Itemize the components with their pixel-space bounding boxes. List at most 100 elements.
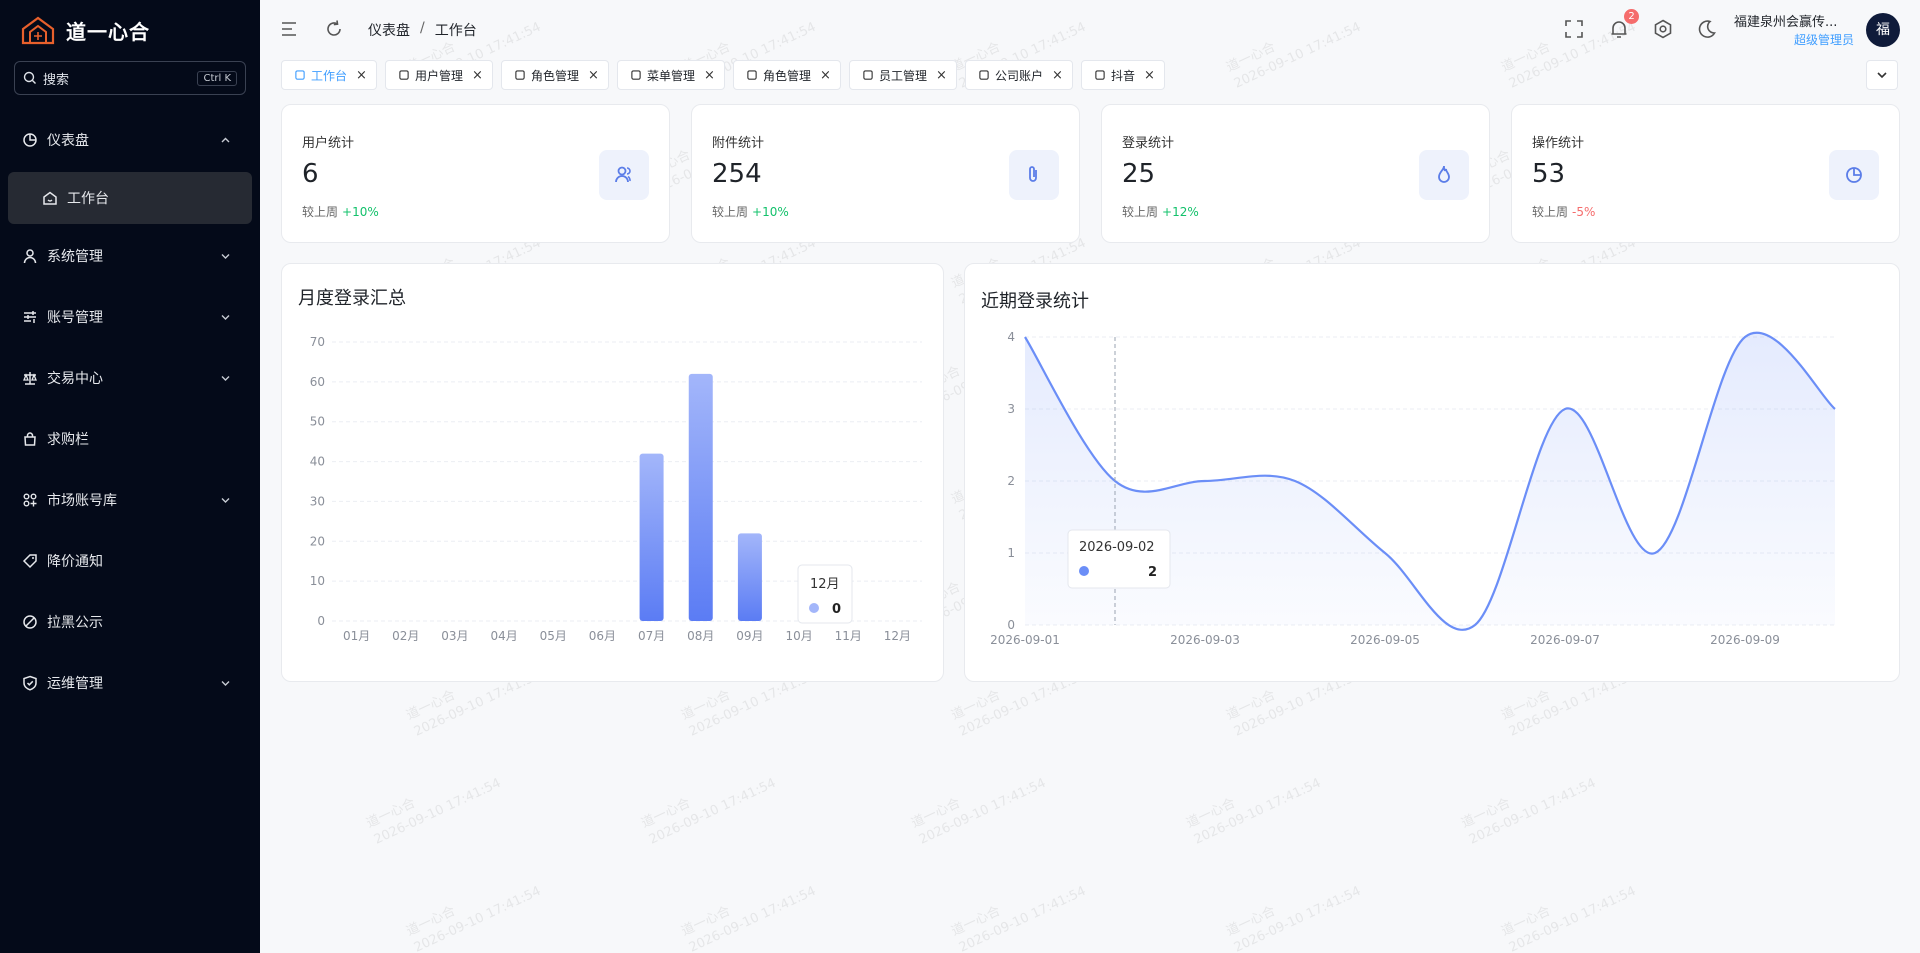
close-icon[interactable]: × (588, 68, 599, 83)
close-icon[interactable]: × (820, 68, 831, 83)
close-icon[interactable]: × (704, 68, 715, 83)
stat-card: 操作统计 53 较上周 -5% (1511, 104, 1900, 243)
y-tick-label: 20 (310, 534, 325, 548)
tooltip-marker (1079, 566, 1089, 576)
tab-4[interactable]: 角色管理 × (733, 60, 841, 90)
tab-7[interactable]: 抖音 × (1081, 60, 1165, 90)
tab-label: 公司账户 (995, 68, 1044, 83)
chevron-down-icon (221, 253, 230, 259)
x-tick-label: 03月 (441, 629, 468, 643)
stat-title: 操作统计 (1532, 136, 1585, 151)
tab-6[interactable]: 公司账户 × (965, 60, 1073, 90)
sidebar-item-4[interactable]: 交易中心 (8, 352, 252, 404)
sidebar-item-label: 求购栏 (47, 432, 89, 448)
x-tick-label: 05月 (540, 629, 567, 643)
tab-2[interactable]: 角色管理 × (501, 60, 609, 90)
close-icon[interactable]: × (1144, 68, 1155, 83)
sidebar-item-7[interactable]: 降价通知 (8, 535, 252, 587)
y-tick-label: 1 (1007, 546, 1015, 560)
tab-1[interactable]: 用户管理 × (385, 60, 493, 90)
chevron-down-icon (1877, 72, 1887, 79)
sidebar-item-6[interactable]: 市场账号库 (8, 474, 252, 526)
close-icon[interactable]: × (356, 68, 367, 83)
y-tick-label: 0 (317, 614, 325, 628)
sidebar-item-label: 系统管理 (47, 249, 103, 265)
bar[interactable] (639, 453, 664, 621)
user-name[interactable]: 福建泉州会赢传... (1734, 11, 1837, 30)
tab-label: 用户管理 (415, 68, 464, 83)
x-tick-label: 2026-09-09 (1710, 633, 1780, 647)
sidebar-search[interactable]: 搜索 Ctrl K (14, 61, 246, 95)
dashboard-icon (23, 133, 37, 147)
x-tick-label: 10月 (785, 629, 812, 643)
tab-0[interactable]: 工作台 × (281, 60, 377, 90)
stat-title: 用户统计 (302, 136, 355, 151)
watermark: 道一心合 2026-09-10 17:41:54 (679, 883, 819, 953)
sidebar-item-1[interactable]: 工作台 (8, 172, 252, 224)
watermark: 道一心合 2026-09-10 17:41:54 (404, 883, 544, 953)
x-tick-label: 09月 (736, 629, 763, 643)
tooltip-value: 2 (1148, 565, 1157, 580)
stat-icon-box (1009, 150, 1059, 200)
recent-login-line-chart: 0 1 2 3 4 2026-09-01 2026-09-03 2026-09-05 2026-… (990, 330, 1836, 647)
user-icon (863, 70, 873, 80)
tab-3[interactable]: 菜单管理 × (617, 60, 725, 90)
monthly-login-bar-chart: 0 10 20 30 40 50 60 70 01月 02月 03月 04月 05月 06月 07月 08月 0… (310, 335, 922, 643)
x-tick-label: 04月 (490, 629, 517, 643)
tabs-dropdown-button[interactable] (1866, 60, 1898, 90)
stat-footer: 较上周 +10% (712, 203, 789, 220)
stat-title: 附件统计 (712, 136, 765, 151)
stat-footer: 较上周 -5% (1532, 203, 1595, 220)
tag-icon (22, 554, 37, 569)
stat-icon-box (1419, 150, 1469, 200)
logo-icon (21, 16, 55, 45)
user-role: 超级管理员 (1794, 33, 1855, 47)
tab-5[interactable]: 员工管理 × (849, 60, 957, 90)
sidebar: 道一心合 搜索 Ctrl K 仪表盘工作台系统管理账号管理交易中心求购栏市场账号… (0, 0, 260, 953)
chevron-down-icon (221, 314, 230, 320)
stat-icon-box (599, 150, 649, 200)
refresh-icon[interactable] (323, 18, 345, 40)
chevron-up-icon (221, 137, 230, 142)
sidebar-item-0[interactable]: 仪表盘 (8, 114, 252, 166)
dark-mode-icon[interactable] (1696, 18, 1718, 40)
bar[interactable] (737, 533, 762, 621)
sidebar-item-8[interactable]: 拉黑公示 (8, 596, 252, 648)
stat-footer: 较上周 +10% (302, 203, 379, 220)
close-icon[interactable]: × (936, 68, 947, 83)
close-icon[interactable]: × (472, 68, 483, 83)
fullscreen-icon[interactable] (1563, 18, 1585, 40)
notification-badge: 2 (1624, 9, 1639, 24)
sidebar-item-3[interactable]: 账号管理 (8, 291, 252, 343)
y-tick-label: 0 (1007, 618, 1015, 632)
tooltip-label: 12月 (810, 577, 840, 592)
stat-title: 登录统计 (1122, 136, 1175, 151)
stat-compare-label: 较上周 (1122, 205, 1159, 219)
users-icon (615, 166, 631, 183)
tab-label: 菜单管理 (647, 68, 696, 83)
sidebar-item-9[interactable]: 运维管理 (8, 657, 252, 709)
bar[interactable] (688, 373, 713, 621)
watermark: 道一心合 2026-09-10 17:41:54 (909, 775, 1049, 848)
sidebar-item-5[interactable]: 求购栏 (8, 413, 252, 465)
user-icon (747, 70, 757, 80)
watermark: 道一心合 2026-09-10 17:41:54 (1459, 775, 1599, 848)
watermark: 道一心合 2026-09-10 17:41:54 (364, 775, 504, 848)
pie-icon (1846, 167, 1862, 183)
close-icon[interactable]: × (1052, 68, 1063, 83)
sidebar-item-2[interactable]: 系统管理 (8, 230, 252, 282)
settings-icon[interactable] (1652, 18, 1674, 40)
app-logo[interactable]: 道一心合 (20, 12, 150, 48)
sidebar-item-label: 工作台 (67, 191, 109, 207)
ban-icon (23, 615, 37, 629)
breadcrumb-item[interactable]: 仪表盘 (368, 20, 410, 40)
flame-icon (1438, 165, 1450, 183)
chevron-down-icon (221, 375, 230, 381)
scale-icon (23, 372, 37, 385)
search-shortcut: Ctrl K (197, 70, 237, 86)
avatar[interactable]: 福 (1866, 13, 1900, 47)
stat-card: 用户统计 6 较上周 +10% (281, 104, 670, 243)
sidebar-item-label: 仪表盘 (47, 133, 89, 149)
menu-toggle-icon[interactable] (278, 18, 300, 40)
sidebar-item-label: 降价通知 (47, 554, 103, 570)
